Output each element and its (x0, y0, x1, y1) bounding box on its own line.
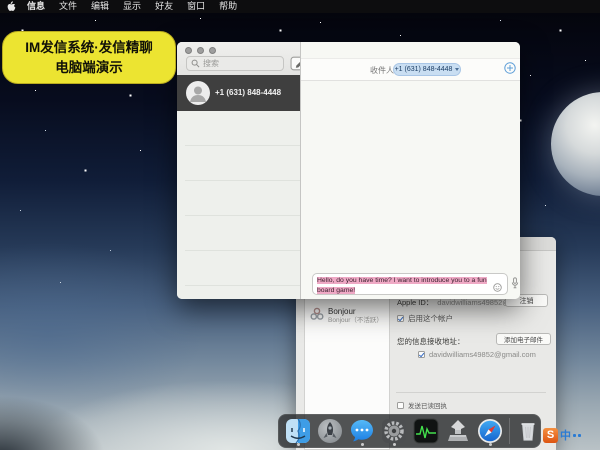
receive-email-value: davidwilliams49852@gmail.com (429, 350, 536, 359)
running-indicator (489, 443, 492, 446)
account-status: Bonjour（不活跃） (328, 317, 383, 325)
banner-line1: IM发信系统·发信精聊 (3, 38, 175, 58)
banner-line2: 电脑端演示 (3, 58, 175, 78)
running-indicator (297, 443, 300, 446)
list-divider (185, 250, 300, 251)
dock-safari-icon[interactable] (477, 418, 503, 444)
menu-item-file[interactable]: 文件 (52, 0, 84, 13)
message-pane: 收件人： +1 (631) 848-4448 Hello, do you hav… (301, 42, 520, 299)
conversation-sidebar: 搜索 +1 (631) 848-4448 (177, 42, 300, 299)
zoom-button[interactable] (209, 47, 216, 54)
enable-account-row: 启用这个帐户 (397, 313, 453, 324)
enable-account-checkbox[interactable] (397, 315, 404, 322)
dock-trash-icon[interactable] (516, 418, 540, 444)
recipient-number: +1 (631) 848-4448 (395, 66, 453, 73)
account-name: Bonjour (328, 307, 383, 317)
receive-email-checkbox[interactable] (418, 351, 425, 358)
watermark-mark (573, 434, 576, 437)
moon (551, 92, 600, 196)
menu-item-window[interactable]: 窗口 (180, 0, 212, 13)
account-list-item-bonjour[interactable]: Bonjour Bonjour（不活跃） (310, 307, 383, 326)
dock-messages-icon[interactable] (349, 418, 375, 444)
running-indicator (361, 443, 364, 446)
menu-bar: 信息 文件 编辑 显示 好友 窗口 帮助 (0, 0, 600, 13)
receive-address-row: 您的信息接收地址： (397, 336, 465, 347)
search-input[interactable]: 搜索 (186, 56, 284, 71)
bonjour-icon (310, 307, 324, 326)
dock-separator (509, 418, 510, 444)
dock-system-preferences-icon[interactable] (381, 418, 407, 444)
desktop: 信息 文件 编辑 显示 好友 窗口 帮助 IM发信系统·发信精聊 电脑端演示 B… (0, 0, 600, 450)
menu-item-buddies[interactable]: 好友 (148, 0, 180, 13)
promo-banner: IM发信系统·发信精聊 电脑端演示 (2, 31, 176, 84)
watermark-text: 中 (560, 427, 571, 443)
dock (278, 414, 541, 448)
search-icon (191, 55, 200, 73)
window-controls (185, 47, 216, 54)
apple-logo-icon[interactable] (0, 1, 20, 12)
read-receipts-row: 发送已读回执 (397, 400, 447, 410)
contact-avatar-icon (186, 81, 210, 105)
emoji-button[interactable] (493, 279, 502, 288)
sidebar-toolbar[interactable]: 搜索 (177, 42, 300, 76)
list-divider (185, 215, 300, 216)
list-divider (185, 285, 300, 286)
add-email-button[interactable]: 添加电子邮件 (496, 333, 551, 345)
watermark: S 中 (543, 427, 581, 443)
read-receipts-checkbox[interactable] (397, 402, 404, 409)
recipient-row: 收件人： +1 (631) 848-4448 (301, 58, 520, 81)
running-indicator (393, 443, 396, 446)
list-divider (185, 145, 300, 146)
preferences-divider (396, 392, 546, 393)
receive-email-row: davidwilliams49852@gmail.com (418, 350, 536, 359)
close-button[interactable] (185, 47, 192, 54)
recipient-token[interactable]: +1 (631) 848-4448 (393, 63, 461, 76)
messages-window: 搜索 +1 (631) 848-4448 收件人： (177, 42, 520, 299)
dock-launchpad-icon[interactable] (317, 418, 343, 444)
add-recipient-button[interactable] (504, 61, 516, 73)
menu-item-edit[interactable]: 编辑 (84, 0, 116, 13)
dock-activity-monitor-icon[interactable] (413, 418, 439, 444)
menu-item-view[interactable]: 显示 (116, 0, 148, 13)
conversation-name: +1 (631) 848-4448 (215, 88, 281, 97)
watermark-mark (578, 434, 581, 437)
minimize-button[interactable] (197, 47, 204, 54)
list-divider (185, 180, 300, 181)
read-receipts-label: 发送已读回执 (408, 400, 447, 410)
menu-item-help[interactable]: 帮助 (212, 0, 244, 13)
draft-text-selected: Hello, do you have time? I want to intro… (317, 277, 487, 294)
search-placeholder: 搜索 (203, 58, 219, 69)
enable-account-label: 启用这个帐户 (408, 313, 453, 324)
microphone-icon[interactable] (511, 276, 519, 288)
dock-finder-icon[interactable] (285, 418, 311, 444)
chevron-down-icon (455, 68, 459, 71)
receive-address-label: 您的信息接收地址： (397, 336, 465, 347)
menu-item-messages[interactable]: 信息 (20, 0, 52, 13)
watermark-logo: S (543, 428, 558, 443)
conversation-row-selected[interactable]: +1 (631) 848-4448 (177, 75, 300, 111)
message-input[interactable]: Hello, do you have time? I want to intro… (312, 273, 508, 295)
dock-installer-icon[interactable] (445, 418, 471, 444)
